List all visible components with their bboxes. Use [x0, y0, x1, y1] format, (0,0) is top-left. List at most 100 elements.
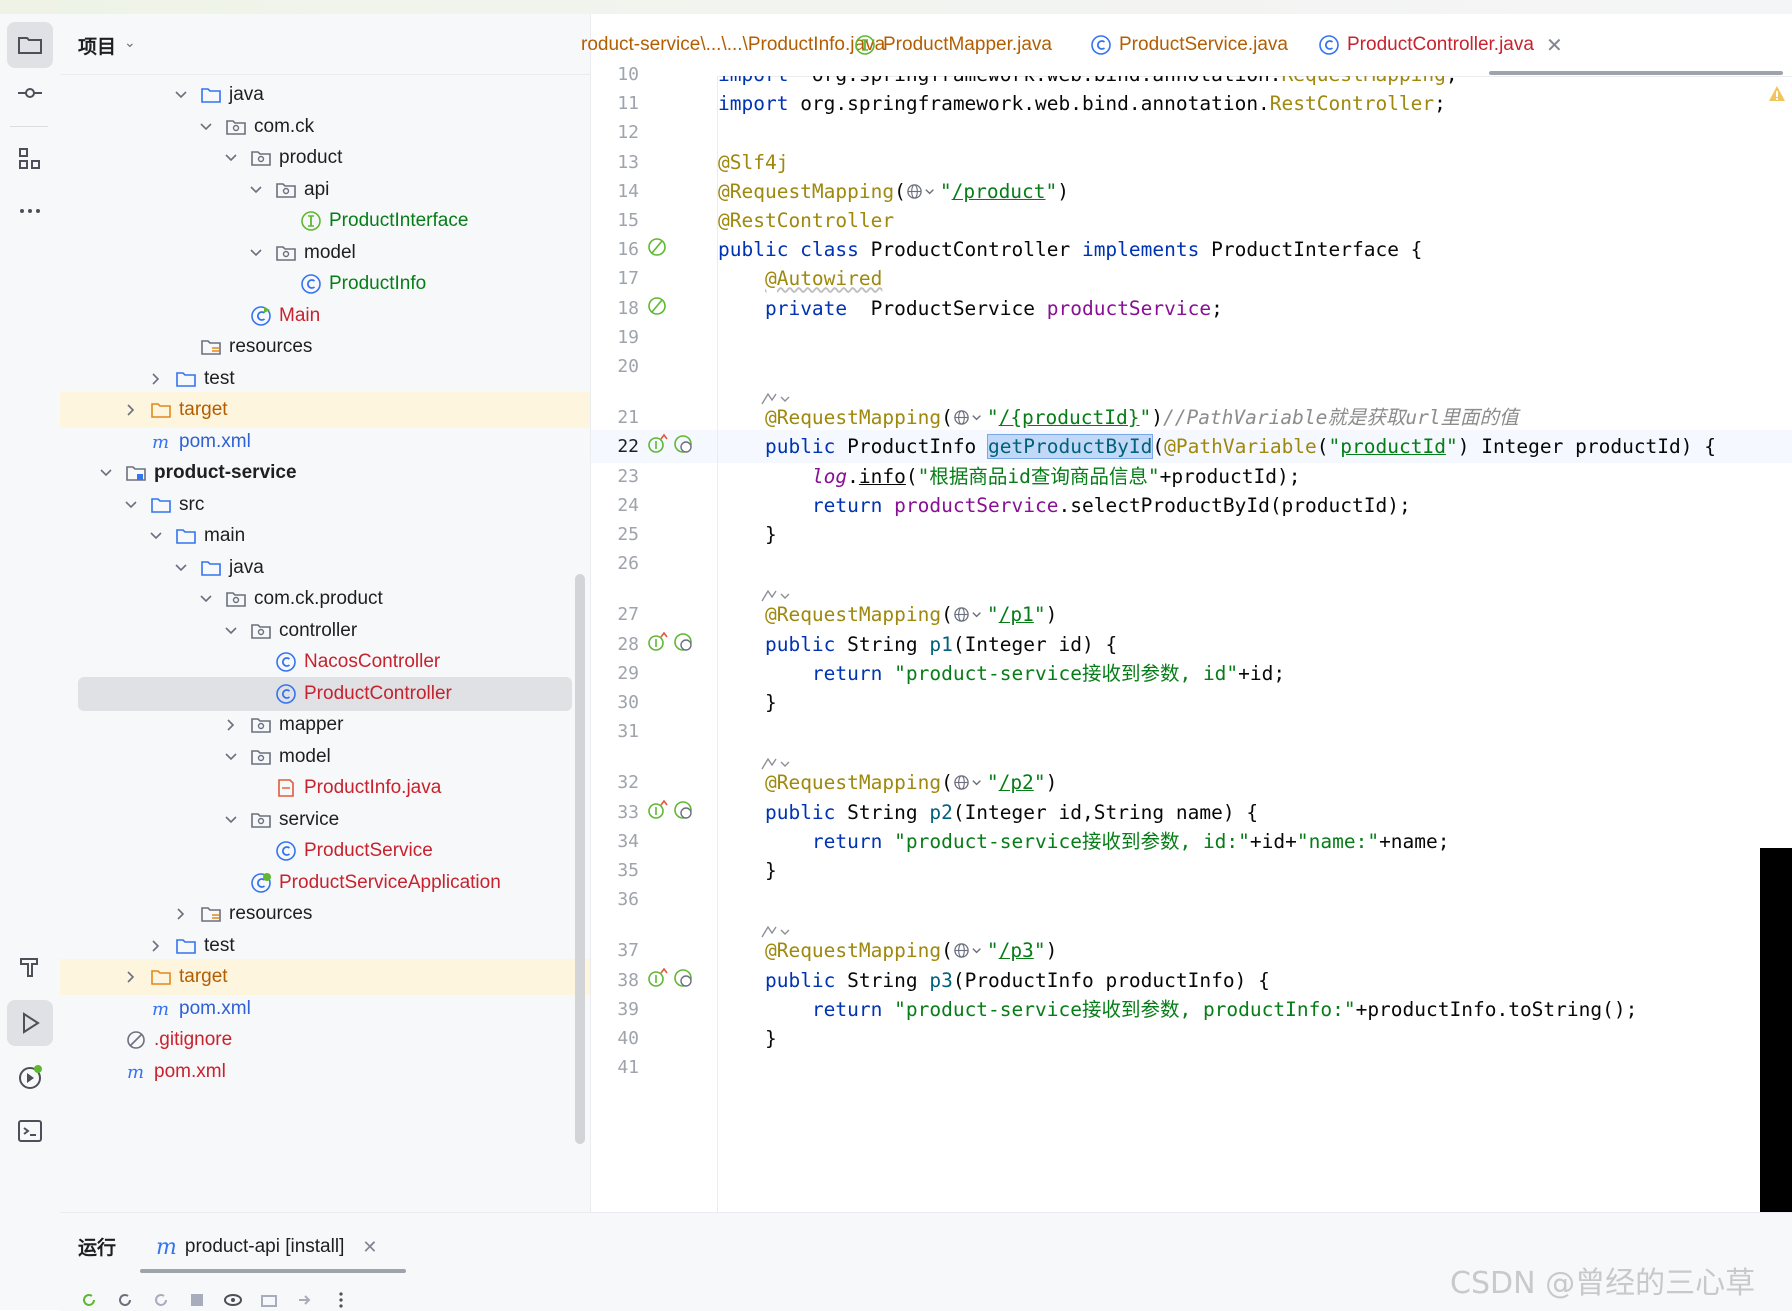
- chevron-down-icon[interactable]: [173, 87, 189, 103]
- code-line[interactable]: @RestController: [718, 204, 1792, 237]
- rerun-icon[interactable]: [78, 1289, 100, 1311]
- code-line[interactable]: return "product-service接收到参数, id"+id;: [718, 657, 1792, 690]
- gutter-icons[interactable]: [646, 628, 694, 661]
- code-line[interactable]: [718, 715, 1792, 748]
- code-line[interactable]: return "product-service接收到参数, productInf…: [718, 993, 1792, 1026]
- code-line[interactable]: }: [718, 1022, 1792, 1055]
- chevron-down-icon[interactable]: [223, 150, 239, 166]
- chevron-right-icon[interactable]: [148, 938, 164, 954]
- code-token: private: [764, 296, 848, 320]
- close-icon[interactable]: ✕: [362, 1237, 377, 1258]
- code-line[interactable]: [718, 1051, 1792, 1084]
- structure-tool-button[interactable]: [7, 136, 53, 182]
- project-tool-button[interactable]: [7, 22, 53, 68]
- code-line[interactable]: }: [718, 686, 1792, 719]
- globe-icon[interactable]: [953, 603, 987, 626]
- rerun-failed-icon[interactable]: [114, 1289, 136, 1311]
- code-line[interactable]: @RequestMapping("/p2"): [718, 766, 1792, 799]
- chevron-right-icon[interactable]: [173, 906, 189, 922]
- implements-icon[interactable]: [646, 799, 668, 826]
- chevron-right-icon[interactable]: [123, 969, 139, 985]
- gutter-icons[interactable]: [646, 796, 694, 829]
- code-line[interactable]: [718, 547, 1792, 580]
- code-line[interactable]: public class ProductController implement…: [718, 233, 1792, 266]
- chevron-right-icon[interactable]: [148, 371, 164, 387]
- chevron-down-icon[interactable]: [98, 465, 114, 481]
- code-line[interactable]: public String p2(Integer id,String name)…: [718, 796, 1792, 829]
- code-line[interactable]: return "product-service接收到参数, id:"+id+"n…: [718, 825, 1792, 858]
- implements-icon[interactable]: [646, 631, 668, 658]
- spring-bean-icon[interactable]: [646, 295, 668, 322]
- more-icon[interactable]: [330, 1289, 352, 1311]
- editor-tab[interactable]: ProductController.java ✕: [1317, 14, 1563, 76]
- warning-icon[interactable]: [1767, 84, 1787, 104]
- code-line[interactable]: import org.springframework.web.bind.anno…: [718, 87, 1792, 120]
- chevron-down-icon[interactable]: [123, 497, 139, 513]
- camera-icon[interactable]: [258, 1289, 280, 1311]
- project-scrollbar[interactable]: [575, 574, 585, 1144]
- chevron-down-icon[interactable]: [148, 528, 164, 544]
- code-line[interactable]: @RequestMapping("/p3"): [718, 934, 1792, 967]
- close-icon[interactable]: ✕: [1546, 33, 1563, 58]
- code-line[interactable]: [718, 350, 1792, 383]
- chevron-down-icon[interactable]: [173, 560, 189, 576]
- code-line[interactable]: public String p3(ProductInfo productInfo…: [718, 964, 1792, 997]
- gutter-icons[interactable]: [646, 233, 668, 266]
- chevron-right-icon[interactable]: [123, 402, 139, 418]
- more-tools-button[interactable]: [7, 188, 53, 234]
- code-line[interactable]: log.info("根据商品id查询商品信息"+productId);: [718, 460, 1792, 493]
- chevron-down-icon[interactable]: [223, 749, 239, 765]
- code-line[interactable]: @RequestMapping("/{productId}")//PathVar…: [718, 401, 1792, 434]
- build-tool-button[interactable]: [7, 944, 53, 990]
- restart-icon[interactable]: [150, 1289, 172, 1311]
- code-line[interactable]: public ProductInfo getProductById(@PathV…: [718, 430, 1792, 464]
- globe-icon[interactable]: [953, 771, 987, 794]
- globe-icon[interactable]: [953, 406, 987, 429]
- globe-icon[interactable]: [906, 180, 940, 203]
- implements-icon[interactable]: [646, 967, 668, 994]
- run-tab[interactable]: m product-api [install] ✕: [156, 1227, 377, 1267]
- gutter-icons[interactable]: [646, 964, 694, 997]
- code-line[interactable]: }: [718, 518, 1792, 551]
- gutter-icons[interactable]: [646, 430, 694, 463]
- terminal-tool-button[interactable]: [7, 1108, 53, 1154]
- code-line[interactable]: [718, 321, 1792, 354]
- code-line[interactable]: @RequestMapping("/product"): [718, 175, 1792, 208]
- implements-icon[interactable]: [646, 433, 668, 460]
- stop-icon[interactable]: [186, 1289, 208, 1311]
- gutter-icons[interactable]: [646, 292, 668, 325]
- spring-bean-icon[interactable]: [646, 236, 668, 263]
- chevron-down-icon[interactable]: [223, 623, 239, 639]
- chevron-down-icon[interactable]: [248, 182, 264, 198]
- code-line[interactable]: private ProductService productService;: [718, 292, 1792, 325]
- code-line[interactable]: @Autowired: [718, 262, 1792, 295]
- commit-tool-button[interactable]: [7, 70, 53, 116]
- chevron-down-icon[interactable]: [198, 591, 214, 607]
- editor-tab[interactable]: ProductService.java: [1089, 14, 1288, 76]
- services-tool-button[interactable]: [7, 1054, 53, 1100]
- tree-item[interactable]: m pom.xml: [60, 1054, 590, 1090]
- run-tool-button[interactable]: [7, 1000, 53, 1046]
- globe-icon[interactable]: [953, 939, 987, 962]
- code-line[interactable]: }: [718, 854, 1792, 887]
- code-line[interactable]: @Slf4j: [718, 146, 1792, 179]
- chevron-down-icon[interactable]: ⌄: [124, 34, 136, 51]
- chevron-down-icon[interactable]: [198, 119, 214, 135]
- code-line[interactable]: return productService.selectProductById(…: [718, 489, 1792, 522]
- web-endpoint-icon[interactable]: [672, 433, 694, 460]
- code-line[interactable]: [718, 883, 1792, 916]
- code-area[interactable]: import org.springframework.web.bind.anno…: [718, 76, 1792, 1212]
- project-panel-title[interactable]: 项目: [78, 32, 116, 59]
- web-endpoint-icon[interactable]: [672, 631, 694, 658]
- export-icon[interactable]: [294, 1289, 316, 1311]
- eye-icon[interactable]: [222, 1289, 244, 1311]
- code-line[interactable]: public String p1(Integer id) {: [718, 628, 1792, 661]
- editor-tab[interactable]: ProductMapper.java: [853, 14, 1052, 76]
- web-endpoint-icon[interactable]: [672, 799, 694, 826]
- web-endpoint-icon[interactable]: [672, 967, 694, 994]
- chevron-down-icon[interactable]: [248, 245, 264, 261]
- chevron-down-icon[interactable]: [223, 812, 239, 828]
- chevron-right-icon[interactable]: [223, 717, 239, 733]
- code-line[interactable]: [718, 116, 1792, 149]
- code-line[interactable]: @RequestMapping("/p1"): [718, 598, 1792, 631]
